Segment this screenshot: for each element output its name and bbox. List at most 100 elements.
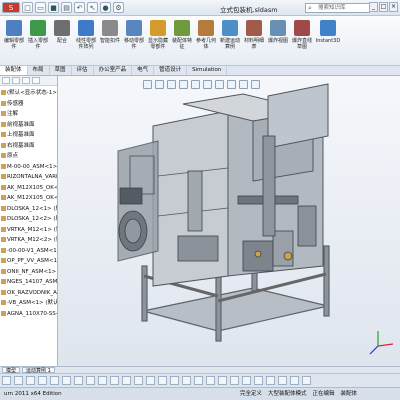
rebuild-icon[interactable]: ● bbox=[100, 2, 111, 13]
print-icon[interactable]: ▤ bbox=[61, 2, 72, 13]
component-icon bbox=[1, 279, 6, 284]
tool-icon-4[interactable] bbox=[38, 376, 47, 385]
tab-7[interactable]: Simulation bbox=[187, 66, 228, 75]
tree-item[interactable]: (默认<显示状态-1> bbox=[1, 88, 57, 99]
tool-icon-17[interactable] bbox=[194, 376, 203, 385]
tool-icon-6[interactable] bbox=[62, 376, 71, 385]
tool-icon-22[interactable] bbox=[254, 376, 263, 385]
ribbon-button-8[interactable]: 参考几何体 bbox=[194, 20, 218, 50]
configuration-tab-icon[interactable] bbox=[22, 77, 30, 84]
tree-item[interactable]: RIZONTALNA_VARILI bbox=[1, 172, 57, 183]
tree-item[interactable]: 原点 bbox=[1, 151, 56, 162]
tree-item[interactable]: M-00-00_ASM<1> (默认 bbox=[1, 162, 58, 173]
options-icon[interactable]: ⚙ bbox=[113, 2, 124, 13]
component-icon bbox=[1, 289, 6, 295]
tool-icon-14[interactable] bbox=[158, 376, 167, 385]
property-manager-tab-icon[interactable] bbox=[12, 77, 20, 84]
ribbon-button-3[interactable]: 线性零部件阵列 bbox=[74, 20, 98, 50]
tool-icon-10[interactable] bbox=[110, 376, 119, 385]
tool-icon-20[interactable] bbox=[230, 376, 239, 385]
undo-icon[interactable]: ↶ bbox=[74, 2, 85, 13]
dim-expert-tab-icon[interactable] bbox=[32, 77, 40, 84]
tree-item[interactable]: AGNA_110X70-SS-BV bbox=[1, 309, 57, 320]
tool-icon-2[interactable] bbox=[14, 376, 23, 385]
tab-5[interactable]: 电气 bbox=[132, 66, 155, 75]
tab-3[interactable]: 评估 bbox=[72, 66, 94, 75]
tool-icon-18[interactable] bbox=[206, 376, 215, 385]
tree-item-label: M-00-00_ASM<1> (默认 bbox=[7, 163, 58, 170]
tab-0[interactable]: 装配体 bbox=[0, 66, 28, 75]
tree-item[interactable]: 右视基准面 bbox=[1, 141, 56, 152]
feature-tree-tab-icon[interactable] bbox=[2, 77, 10, 84]
tree-item[interactable]: 上视基准面 bbox=[1, 130, 56, 141]
ribbon-button-label: 材料明细表 bbox=[243, 38, 264, 50]
tool-icon-3[interactable] bbox=[26, 376, 35, 385]
minimize-icon[interactable]: _ bbox=[369, 2, 378, 12]
tool-icon-19[interactable] bbox=[218, 376, 227, 385]
tree-item[interactable]: DLOSKA_12<2> (默认 bbox=[1, 214, 57, 225]
ribbon-button-9[interactable]: 新建运动算例 bbox=[218, 20, 242, 50]
component-icon bbox=[1, 121, 6, 127]
ribbon-button-12[interactable]: 爆炸直线草图 bbox=[290, 20, 314, 50]
tab-1[interactable]: 布局 bbox=[28, 66, 50, 75]
tool-icon-1[interactable] bbox=[2, 376, 11, 385]
tab-6[interactable]: 管道设计 bbox=[154, 66, 188, 75]
ribbon-command-icon bbox=[222, 20, 238, 36]
tree-item[interactable]: OK_RAZVODNIK_ASM bbox=[1, 288, 57, 299]
tool-icon-16[interactable] bbox=[182, 376, 191, 385]
tool-icon-24[interactable] bbox=[278, 376, 287, 385]
tree-item-label: VRTKA_M12<1> (默认 bbox=[7, 226, 57, 233]
open-folder-icon[interactable]: ▭ bbox=[35, 2, 46, 13]
tree-item[interactable]: AK_M12X105_OK<2> bbox=[1, 193, 57, 204]
tool-icon-9[interactable] bbox=[98, 376, 107, 385]
ribbon-button-10[interactable]: 材料明细表 bbox=[242, 20, 266, 50]
tree-item[interactable]: -VB_ASM<1> (默认 bbox=[1, 298, 57, 309]
tree-item[interactable]: AK_M12X105_OK<1> bbox=[1, 183, 57, 194]
save-icon[interactable]: ■ bbox=[48, 2, 59, 13]
tab-2[interactable]: 草图 bbox=[50, 66, 72, 75]
feature-manager-panel: (默认<显示状态-1> 传感器 注解 前视基准面 上视基准面 右视基准面 原点 M-00-00… bbox=[0, 76, 58, 366]
search-input[interactable]: ⌕ 搜索知识库 bbox=[305, 3, 370, 13]
ribbon-button-6[interactable]: 显示隐藏零部件 bbox=[146, 20, 170, 50]
tool-icon-8[interactable] bbox=[86, 376, 95, 385]
ribbon-button-4[interactable]: 智能扣件 bbox=[98, 20, 122, 44]
ribbon-button-0[interactable]: 编辑零部件 bbox=[2, 20, 26, 50]
close-icon[interactable]: × bbox=[389, 2, 398, 12]
tool-icon-7[interactable] bbox=[74, 376, 83, 385]
ribbon-button-label: 装配体特征 bbox=[171, 38, 192, 50]
ribbon-command-icon bbox=[102, 20, 118, 36]
tree-item[interactable]: VRTKA_M12<2> (默认 bbox=[1, 235, 57, 246]
machine-model[interactable] bbox=[58, 76, 400, 366]
ribbon-button-11[interactable]: 爆炸视图 bbox=[266, 20, 290, 44]
tool-icon-5[interactable] bbox=[50, 376, 59, 385]
ribbon-button-7[interactable]: 装配体特征 bbox=[170, 20, 194, 50]
tree-item[interactable]: NGES_14107_ASM<1> bbox=[1, 277, 57, 288]
ribbon-button-1[interactable]: 插入零部件 bbox=[26, 20, 50, 50]
tool-icon-26[interactable] bbox=[302, 376, 311, 385]
app-logo-icon[interactable]: S bbox=[2, 2, 20, 13]
tree-item[interactable]: DLOSKA_12<1> (默认 bbox=[1, 204, 57, 215]
tool-icon-21[interactable] bbox=[242, 376, 251, 385]
tree-item[interactable]: ONII_NF_ASM<1> (默认 bbox=[1, 267, 57, 278]
new-file-icon[interactable]: □ bbox=[22, 2, 33, 13]
tree-item[interactable]: OP_PF_VV_ASM<1> bbox=[1, 256, 57, 267]
tool-icon-23[interactable] bbox=[266, 376, 275, 385]
tool-icon-15[interactable] bbox=[170, 376, 179, 385]
tab-4[interactable]: 办公室产品 bbox=[94, 66, 133, 75]
tool-icon-12[interactable] bbox=[134, 376, 143, 385]
search-placeholder: 搜索知识库 bbox=[318, 5, 346, 11]
tool-icon-25[interactable] bbox=[290, 376, 299, 385]
tree-item[interactable]: -00-00-V1_ASM<1> bbox=[1, 246, 57, 257]
ribbon-button-2[interactable]: 配合 bbox=[50, 20, 74, 44]
tool-icon-11[interactable] bbox=[122, 376, 131, 385]
tool-icon-13[interactable] bbox=[146, 376, 155, 385]
ribbon-button-13[interactable]: Instant3D bbox=[316, 20, 340, 44]
graphics-viewport[interactable] bbox=[58, 76, 400, 366]
ribbon-button-5[interactable]: 移动零部件 bbox=[122, 20, 146, 50]
tree-item[interactable]: VRTKA_M12<1> (默认 bbox=[1, 225, 57, 236]
tree-item[interactable]: 传感器 bbox=[1, 99, 56, 110]
restore-icon[interactable]: □ bbox=[379, 2, 388, 12]
select-icon[interactable]: ↖ bbox=[87, 2, 98, 13]
tree-item[interactable]: 注解 bbox=[1, 109, 56, 120]
tree-item[interactable]: 前视基准面 bbox=[1, 120, 56, 131]
